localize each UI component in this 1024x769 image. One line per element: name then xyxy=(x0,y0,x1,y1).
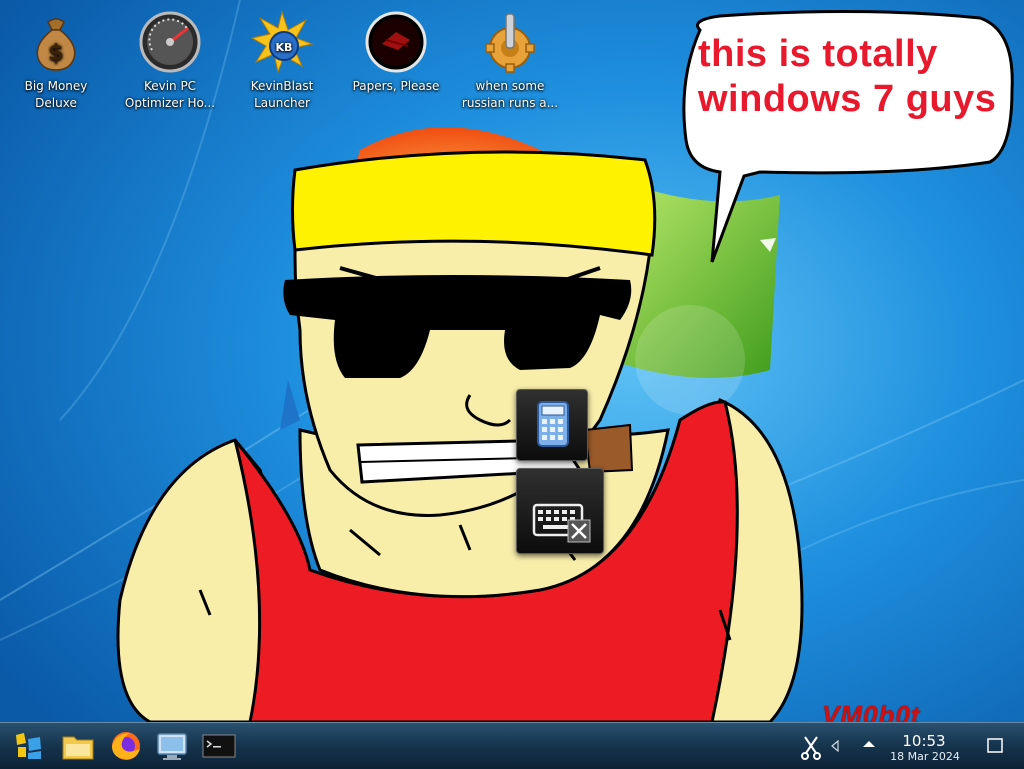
money-bag-icon: $ xyxy=(36,18,76,71)
taskbar-remote-desktop[interactable] xyxy=(154,729,190,763)
start-menu-icon xyxy=(16,733,41,759)
desktop-icon-papers-please[interactable]: Papers, Please xyxy=(342,10,450,120)
keyboard-close-icon xyxy=(532,503,591,543)
starburst-disc-icon: KB xyxy=(250,10,314,74)
taskbar-terminal[interactable] xyxy=(200,729,236,763)
svg-text:KB: KB xyxy=(276,41,293,54)
desktop-icon-kevin-pc-optimizer[interactable]: Kevin PC Optimizer Ho... xyxy=(116,10,224,120)
scissors-icon xyxy=(801,736,821,760)
terminal-icon xyxy=(202,734,236,758)
taskbar: 10:53 18 Mar 2024 xyxy=(0,722,1024,769)
speech-bubble-line-2: windows 7 guys xyxy=(698,78,997,120)
volume-icon xyxy=(831,739,839,753)
tray-volume[interactable] xyxy=(828,729,844,763)
icon-label: KevinBlast Launcher xyxy=(250,79,314,110)
calculator-launcher[interactable] xyxy=(516,389,588,461)
gear-lever-icon xyxy=(485,13,535,73)
speech-bubble-text: this is totally windows 7 guys xyxy=(698,32,998,122)
gauge-icon xyxy=(139,11,201,73)
tray-clipboard[interactable] xyxy=(798,729,824,763)
remote-desktop-icon xyxy=(157,733,187,760)
start-button[interactable] xyxy=(10,729,46,763)
icon-label: when some russian runs a... xyxy=(461,79,559,110)
icon-label: Big Money Deluxe xyxy=(24,79,88,110)
desktop-icon-russian-runs[interactable]: when some russian runs a... xyxy=(456,10,564,120)
on-screen-keyboard-launcher[interactable] xyxy=(516,468,604,554)
file-manager-icon xyxy=(62,736,94,760)
icon-label: Papers, Please xyxy=(352,79,440,93)
svg-text:$: $ xyxy=(48,41,63,66)
show-desktop-icon xyxy=(987,738,1003,753)
clock-time[interactable]: 10:53 xyxy=(894,732,954,750)
desktop-icon-big-money-deluxe[interactable]: $ Big Money Deluxe xyxy=(2,10,110,120)
taskbar-file-manager[interactable] xyxy=(60,729,96,763)
icon-label: Kevin PC Optimizer Ho... xyxy=(124,79,216,110)
tray-expand-icon xyxy=(863,741,875,747)
tray-expand-button[interactable] xyxy=(860,729,878,763)
taskbar-firefox[interactable] xyxy=(108,729,144,763)
show-desktop-button[interactable] xyxy=(982,729,1008,763)
firefox-icon xyxy=(112,732,140,760)
speech-bubble-line-1: this is totally xyxy=(698,33,938,75)
papers-please-icon xyxy=(365,11,427,73)
calculator-icon xyxy=(537,401,569,447)
clock-date[interactable]: 18 Mar 2024 xyxy=(882,750,968,763)
desktop-icon-kevinblast-launcher[interactable]: KB KevinBlast Launcher xyxy=(228,10,336,120)
